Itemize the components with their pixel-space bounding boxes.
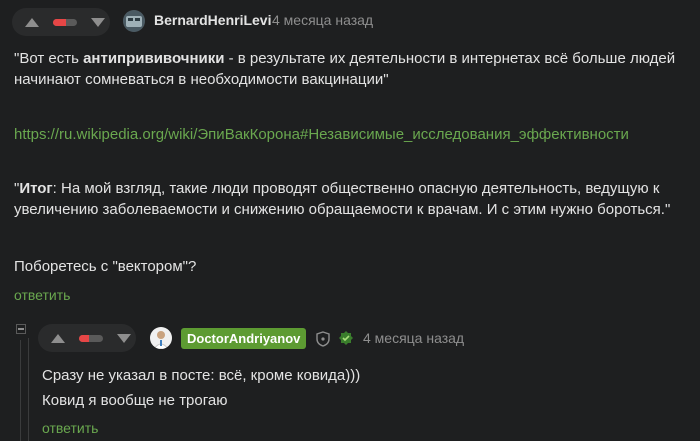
comment2-line1: Сразу не указал в посте: всё, кроме кови… bbox=[42, 367, 361, 384]
comment1-vote-control bbox=[12, 8, 110, 36]
comment2-line2: Ковид я вообще не трогаю bbox=[42, 392, 228, 409]
quote-line2: начинают сомневаться в необходимости вак… bbox=[14, 71, 389, 88]
comment1-author[interactable]: BernardHenriLevi bbox=[154, 12, 271, 28]
rating-bar bbox=[53, 18, 77, 26]
comment2-timestamp[interactable]: 4 месяца назад bbox=[363, 330, 464, 346]
summary-rest: : На мой взгляд, такие люди проводят общ… bbox=[52, 180, 660, 197]
rating-bar-negative bbox=[53, 18, 67, 26]
avatar[interactable] bbox=[150, 327, 172, 349]
quote-rest: - в результате их деятельности в интерне… bbox=[224, 50, 676, 67]
wikipedia-link[interactable]: https://ru.wikipedia.org/wiki/ЭпиВакКоро… bbox=[14, 126, 629, 143]
comment1-timestamp[interactable]: 4 месяца назад bbox=[272, 12, 373, 28]
verified-doctor-icon bbox=[338, 330, 354, 351]
collapse-thread-icon[interactable] bbox=[16, 324, 26, 334]
comment1-quote: "Вот есть антипрививочники - в результат… bbox=[14, 48, 694, 90]
quote-bold: антипрививочники bbox=[83, 50, 225, 67]
thread-line[interactable] bbox=[20, 340, 21, 441]
summary-bold: Итог bbox=[19, 180, 53, 197]
summary-line2: увеличению заболеваемости и снижению обр… bbox=[14, 201, 671, 218]
downvote-icon[interactable] bbox=[117, 333, 131, 343]
comment1-reply-button[interactable]: ответить bbox=[14, 287, 70, 303]
comment2-author-badge[interactable]: DoctorAndriyanov bbox=[181, 328, 307, 349]
rating-bar-negative bbox=[79, 334, 89, 342]
comment1-question: Поборетесь с "вектором"? bbox=[14, 258, 197, 275]
upvote-icon[interactable] bbox=[25, 17, 39, 27]
comment2-vote-control bbox=[38, 324, 136, 352]
avatar[interactable] bbox=[123, 10, 145, 32]
comment1-summary: "Итог: На мой взгляд, такие люди проводя… bbox=[14, 178, 700, 220]
rating-bar bbox=[79, 334, 103, 342]
downvote-icon[interactable] bbox=[91, 17, 105, 27]
comment2-reply-button[interactable]: ответить bbox=[42, 420, 98, 436]
shield-icon bbox=[316, 331, 330, 352]
quote-open: "Вот есть bbox=[14, 50, 84, 67]
thread-connector bbox=[28, 338, 29, 441]
upvote-icon[interactable] bbox=[51, 333, 65, 343]
